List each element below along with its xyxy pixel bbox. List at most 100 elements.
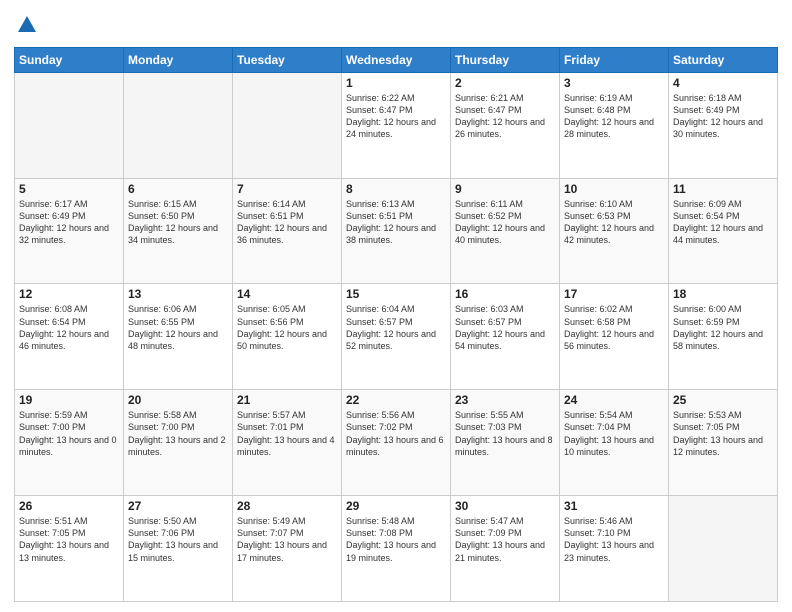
calendar-cell (669, 496, 778, 602)
calendar-cell: 25 Sunrise: 5:53 AMSunset: 7:05 PMDayligh… (669, 390, 778, 496)
calendar-cell: 7Sunrise: 6:14 AMSunset: 6:51 PMDaylight… (233, 178, 342, 284)
calendar-cell: 4 Sunrise: 6:18 AMSunset: 6:49 PMDaylight… (669, 72, 778, 178)
day-number: 30 (455, 499, 555, 513)
calendar-cell: 17 Sunrise: 6:02 AMSunset: 6:58 PMDayligh… (560, 284, 669, 390)
calendar-cell: 20 Sunrise: 5:58 AMSunset: 7:00 PMDayligh… (124, 390, 233, 496)
cell-text: Sunrise: 5:58 AMSunset: 7:00 PMDaylight:… (128, 409, 228, 458)
cell-text: Sunrise: 5:48 AMSunset: 7:08 PMDaylight:… (346, 515, 446, 564)
day-number: 10 (564, 182, 664, 196)
cell-text: Sunrise: 5:59 AMSunset: 7:00 PMDaylight:… (19, 409, 119, 458)
cell-text: Sunrise: 5:51 AMSunset: 7:05 PMDaylight:… (19, 515, 119, 564)
calendar-week-3: 19 Sunrise: 5:59 AMSunset: 7:00 PMDayligh… (15, 390, 778, 496)
cell-text: Sunrise: 6:03 AMSunset: 6:57 PMDaylight:… (455, 303, 555, 352)
calendar-cell (15, 72, 124, 178)
calendar-cell: 30 Sunrise: 5:47 AMSunset: 7:09 PMDayligh… (451, 496, 560, 602)
day-number: 15 (346, 287, 446, 301)
cell-text: Sunrise: 5:46 AMSunset: 7:10 PMDaylight:… (564, 515, 664, 564)
calendar-cell: 13Sunrise: 6:06 AMSunset: 6:55 PMDayligh… (124, 284, 233, 390)
day-number: 6 (128, 182, 228, 196)
calendar-cell (233, 72, 342, 178)
day-number: 12 (19, 287, 119, 301)
cell-text: Sunrise: 6:11 AMSunset: 6:52 PMDaylight:… (455, 198, 555, 247)
calendar-week-0: 1 Sunrise: 6:22 AMSunset: 6:47 PMDaylight… (15, 72, 778, 178)
day-number: 18 (673, 287, 773, 301)
calendar-cell: 11 Sunrise: 6:09 AMSunset: 6:54 PMDayligh… (669, 178, 778, 284)
day-number: 22 (346, 393, 446, 407)
col-header-monday: Monday (124, 47, 233, 72)
day-number: 24 (564, 393, 664, 407)
calendar-cell: 22 Sunrise: 5:56 AMSunset: 7:02 PMDayligh… (342, 390, 451, 496)
cell-text: Sunrise: 6:06 AMSunset: 6:55 PMDaylight:… (128, 303, 228, 352)
cell-text: Sunrise: 5:56 AMSunset: 7:02 PMDaylight:… (346, 409, 446, 458)
day-number: 23 (455, 393, 555, 407)
day-number: 27 (128, 499, 228, 513)
cell-text: Sunrise: 6:02 AMSunset: 6:58 PMDaylight:… (564, 303, 664, 352)
calendar-cell: 1 Sunrise: 6:22 AMSunset: 6:47 PMDaylight… (342, 72, 451, 178)
day-number: 19 (19, 393, 119, 407)
cell-text: Sunrise: 6:13 AMSunset: 6:51 PMDaylight:… (346, 198, 446, 247)
cell-text: Sunrise: 6:22 AMSunset: 6:47 PMDaylight:… (346, 92, 446, 141)
calendar-cell: 15 Sunrise: 6:04 AMSunset: 6:57 PMDayligh… (342, 284, 451, 390)
calendar-cell: 31 Sunrise: 5:46 AMSunset: 7:10 PMDayligh… (560, 496, 669, 602)
day-number: 29 (346, 499, 446, 513)
calendar-cell: 14 Sunrise: 6:05 AMSunset: 6:56 PMDayligh… (233, 284, 342, 390)
col-header-tuesday: Tuesday (233, 47, 342, 72)
col-header-saturday: Saturday (669, 47, 778, 72)
cell-text: Sunrise: 6:04 AMSunset: 6:57 PMDaylight:… (346, 303, 446, 352)
calendar-cell: 12Sunrise: 6:08 AMSunset: 6:54 PMDayligh… (15, 284, 124, 390)
cell-text: Sunrise: 6:10 AMSunset: 6:53 PMDaylight:… (564, 198, 664, 247)
day-number: 2 (455, 76, 555, 90)
calendar-cell: 26 Sunrise: 5:51 AMSunset: 7:05 PMDayligh… (15, 496, 124, 602)
day-number: 14 (237, 287, 337, 301)
calendar-week-1: 5Sunrise: 6:17 AMSunset: 6:49 PMDaylight… (15, 178, 778, 284)
col-header-wednesday: Wednesday (342, 47, 451, 72)
calendar-cell: 5Sunrise: 6:17 AMSunset: 6:49 PMDaylight… (15, 178, 124, 284)
col-header-thursday: Thursday (451, 47, 560, 72)
day-number: 3 (564, 76, 664, 90)
cell-text: Sunrise: 6:21 AMSunset: 6:47 PMDaylight:… (455, 92, 555, 141)
calendar-cell: 8 Sunrise: 6:13 AMSunset: 6:51 PMDaylight… (342, 178, 451, 284)
calendar-cell: 28Sunrise: 5:49 AMSunset: 7:07 PMDayligh… (233, 496, 342, 602)
cell-text: Sunrise: 5:55 AMSunset: 7:03 PMDaylight:… (455, 409, 555, 458)
day-number: 8 (346, 182, 446, 196)
calendar-cell: 19 Sunrise: 5:59 AMSunset: 7:00 PMDayligh… (15, 390, 124, 496)
cell-text: Sunrise: 6:09 AMSunset: 6:54 PMDaylight:… (673, 198, 773, 247)
calendar-cell: 9 Sunrise: 6:11 AMSunset: 6:52 PMDaylight… (451, 178, 560, 284)
calendar-cell: 2 Sunrise: 6:21 AMSunset: 6:47 PMDaylight… (451, 72, 560, 178)
calendar-cell: 3 Sunrise: 6:19 AMSunset: 6:48 PMDaylight… (560, 72, 669, 178)
day-number: 11 (673, 182, 773, 196)
calendar-table: SundayMondayTuesdayWednesdayThursdayFrid… (14, 47, 778, 602)
day-number: 28 (237, 499, 337, 513)
calendar-cell: 10 Sunrise: 6:10 AMSunset: 6:53 PMDayligh… (560, 178, 669, 284)
header (14, 10, 778, 41)
day-number: 17 (564, 287, 664, 301)
calendar-cell: 24Sunrise: 5:54 AMSunset: 7:04 PMDayligh… (560, 390, 669, 496)
cell-text: Sunrise: 6:17 AMSunset: 6:49 PMDaylight:… (19, 198, 119, 247)
calendar-cell: 6Sunrise: 6:15 AMSunset: 6:50 PMDaylight… (124, 178, 233, 284)
cell-text: Sunrise: 6:18 AMSunset: 6:49 PMDaylight:… (673, 92, 773, 141)
day-number: 4 (673, 76, 773, 90)
calendar-cell: 29 Sunrise: 5:48 AMSunset: 7:08 PMDayligh… (342, 496, 451, 602)
cell-text: Sunrise: 5:50 AMSunset: 7:06 PMDaylight:… (128, 515, 228, 564)
cell-text: Sunrise: 5:47 AMSunset: 7:09 PMDaylight:… (455, 515, 555, 564)
calendar-cell: 23 Sunrise: 5:55 AMSunset: 7:03 PMDayligh… (451, 390, 560, 496)
calendar-cell: 18 Sunrise: 6:00 AMSunset: 6:59 PMDayligh… (669, 284, 778, 390)
day-number: 31 (564, 499, 664, 513)
cell-text: Sunrise: 6:19 AMSunset: 6:48 PMDaylight:… (564, 92, 664, 141)
calendar-cell: 21 Sunrise: 5:57 AMSunset: 7:01 PMDayligh… (233, 390, 342, 496)
day-number: 20 (128, 393, 228, 407)
day-number: 9 (455, 182, 555, 196)
day-number: 21 (237, 393, 337, 407)
cell-text: Sunrise: 6:00 AMSunset: 6:59 PMDaylight:… (673, 303, 773, 352)
cell-text: Sunrise: 5:57 AMSunset: 7:01 PMDaylight:… (237, 409, 337, 458)
calendar-cell: 27 Sunrise: 5:50 AMSunset: 7:06 PMDayligh… (124, 496, 233, 602)
day-number: 16 (455, 287, 555, 301)
day-number: 1 (346, 76, 446, 90)
day-number: 25 (673, 393, 773, 407)
col-header-friday: Friday (560, 47, 669, 72)
cell-text: Sunrise: 5:53 AMSunset: 7:05 PMDaylight:… (673, 409, 773, 458)
cell-text: Sunrise: 6:05 AMSunset: 6:56 PMDaylight:… (237, 303, 337, 352)
day-number: 26 (19, 499, 119, 513)
cell-text: Sunrise: 6:14 AMSunset: 6:51 PMDaylight:… (237, 198, 337, 247)
calendar-header-row: SundayMondayTuesdayWednesdayThursdayFrid… (15, 47, 778, 72)
